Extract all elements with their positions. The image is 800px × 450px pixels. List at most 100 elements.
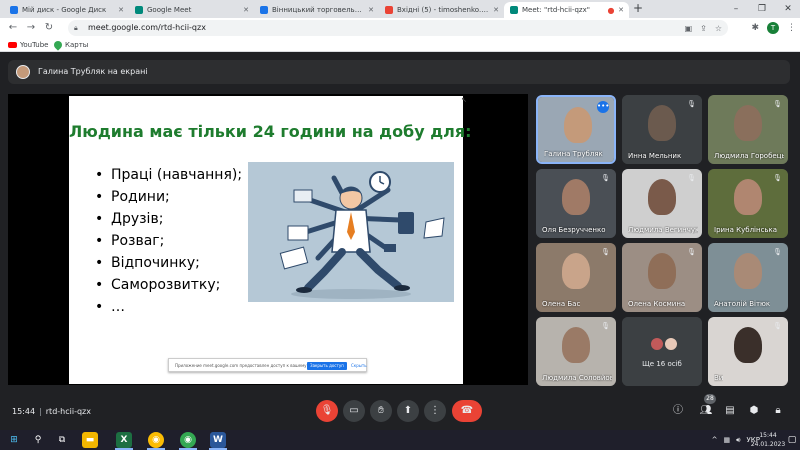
close-tab-icon[interactable]: ✕ [242,6,250,14]
taskbar-clock[interactable]: 15:44 24.01.2023 [748,431,788,449]
avatar [650,337,664,351]
tab-vinnytsia-institute[interactable]: Вінницький торговельно-еконо ✕ [254,2,379,18]
browser-toolbar: ← → ↻ 🔒︎ meet.google.com/rtd-hcii-qzx ▣ … [0,18,800,38]
close-tab-icon[interactable]: ✕ [492,6,500,14]
speaker-icon[interactable]: 🔊︎ [736,436,740,445]
more-participants-tile[interactable]: Ще 16 осіб [622,317,702,386]
meeting-details-icon[interactable]: ⓘ [668,400,688,422]
close-tab-icon[interactable]: ✕ [117,6,125,14]
file-explorer-icon[interactable]: ▬ [82,432,98,448]
task-view-icon[interactable]: ⧉ [54,432,70,448]
youtube-icon [8,42,17,48]
new-tab-button[interactable]: + [631,2,645,16]
participant-tile[interactable]: Ірина Кублінська 🎙︎ [708,169,788,238]
slide-bullet: Родини; [95,186,242,208]
tab-meet-active[interactable]: Meet: "rtd-hcii-qzx" ● ✕ [504,2,629,18]
tab-gmail-inbox[interactable]: Вхідні (5) - timoshenko.natalia@ ✕ [379,2,504,18]
notifications-icon[interactable]: ▢ [786,432,798,448]
participant-tile[interactable]: Анатолій Вітюк 🎙︎ [708,243,788,312]
bookmark-maps[interactable]: Карты [52,39,88,51]
close-tab-icon[interactable]: ✕ [367,6,375,14]
url-text[interactable]: meet.google.com/rtd-hcii-qzx [88,20,206,36]
participant-face [562,327,590,363]
participant-tile[interactable]: Олена Космина 🎙︎ [622,243,702,312]
chrome-icon[interactable]: ◉ [148,432,164,448]
slide-bullet: Праці (навчання); [95,164,242,186]
reload-icon[interactable]: ↻ [42,21,56,35]
participant-tile[interactable]: Инна Мельник 🎙︎ [622,95,702,164]
extensions-icon[interactable]: ✱ [751,23,759,33]
stop-sharing-button[interactable]: Закрыть доступ [307,362,347,370]
leave-call-button[interactable]: ☎︎ [452,400,482,422]
participant-tile[interactable]: Людмила Горобець 🎙︎ [708,95,788,164]
raise-hand-button[interactable]: ✋︎ [370,400,392,422]
participant-face [734,253,762,289]
participant-tile[interactable]: Людмила Соловйова 🎙︎ [536,317,616,386]
participant-tile[interactable]: Галина Трубляк ••• [536,95,616,164]
busy-businessman-illustration [248,162,454,302]
participant-name: Ви [714,374,724,382]
participant-name: Людмила Соловйова [542,374,612,382]
slide-bullet-list: Праці (навчання); Родини; Друзів; Розваг… [95,164,242,318]
camera-permission-icon[interactable]: ▣ [685,24,693,33]
meeting-code: rtd-hcii-qzx [45,407,91,416]
muted-mic-icon: 🎙︎ [773,322,782,330]
bookmark-star-icon[interactable]: ☆ [715,24,722,33]
network-icon[interactable]: ▦ [723,436,730,444]
participant-tile[interactable]: Ви 🎙︎ [708,317,788,386]
bookmark-youtube[interactable]: YouTube [8,39,48,51]
muted-mic-icon: 🎙︎ [601,248,610,256]
participant-name: Ірина Кублінська [714,226,778,234]
camera-button[interactable]: ▭ [343,400,365,422]
hide-notification-link[interactable]: Скрыть [351,359,367,373]
speaking-indicator-icon[interactable]: ••• [597,101,609,113]
minimize-icon[interactable]: – [724,2,748,16]
meeting-time: 15:44 [12,407,36,416]
present-screen-button[interactable]: ⬆ [397,400,419,422]
tab-google-drive[interactable]: Мій диск - Google Диск ✕ [4,2,129,18]
participant-name: Олена Космина [628,300,686,308]
lock-icon[interactable]: 🔒︎ [74,23,84,33]
chrome-menu-icon[interactable]: ⋮ [787,23,796,33]
participant-face [562,253,590,289]
host-controls-icon[interactable]: 🔒︎ [768,400,788,422]
tab-google-meet[interactable]: Google Meet ✕ [129,2,254,18]
muted-mic-icon: 🎙︎ [773,100,782,108]
muted-mic-icon: 🎙︎ [601,174,610,182]
participant-tile[interactable]: Людмила Вегинчук 🎙︎ [622,169,702,238]
shared-slide: ↖ Людина має тільки 24 години на добу дл… [69,96,472,384]
browser-tabstrip: Мій диск - Google Диск ✕ Google Meet ✕ В… [0,0,800,18]
participant-tile[interactable]: Олена Бас 🎙︎ [536,243,616,312]
word-icon[interactable]: W [210,432,226,448]
participant-name: Анатолій Вітюк [714,300,771,308]
participant-face [734,179,762,215]
meet-favicon-icon [510,6,518,14]
forward-arrow-icon[interactable]: → [24,21,38,35]
close-window-icon[interactable]: ✕ [776,2,800,16]
profile-avatar[interactable]: T [767,22,779,34]
search-icon[interactable]: ⚲ [30,432,46,448]
participant-name: Олена Бас [542,300,581,308]
chrome-profile-icon[interactable]: ◉ [180,432,196,448]
presentation-stage[interactable]: ↖ Людина має тільки 24 години на добу дл… [8,94,528,385]
people-count-badge: 28 [704,394,716,404]
chat-icon[interactable]: ▤ [720,400,740,422]
muted-mic-icon: 🎙︎ [773,174,782,182]
excel-icon[interactable]: X [116,432,132,448]
meet-control-bar: 15:44 | rtd-hcii-qzx 🎙︎ ▭ ✋︎ ⬆ ⋮ ☎︎ ⓘ 👥︎ 2… [0,394,800,430]
windows-start-icon[interactable]: ⊞ [6,432,22,448]
muted-mic-icon: 🎙︎ [687,174,696,182]
back-arrow-icon[interactable]: ← [6,21,20,35]
participant-tile[interactable]: Оля Безручченко 🎙︎ [536,169,616,238]
share-icon[interactable]: ⇪ [700,24,707,33]
participant-name: Галина Трубляк [544,150,603,158]
muted-mic-icon: 🎙︎ [601,322,610,330]
address-bar[interactable]: 🔒︎ meet.google.com/rtd-hcii-qzx ▣ ⇪ ☆ [68,20,728,36]
more-options-button[interactable]: ⋮ [424,400,446,422]
close-tab-icon[interactable]: ✕ [617,6,625,14]
activities-icon[interactable]: ⬢ [744,400,764,422]
tray-overflow-icon[interactable]: ^ [712,436,718,444]
restore-icon[interactable]: ❐ [750,2,774,16]
mouse-cursor-icon: ↖ [461,96,467,104]
microphone-off-button[interactable]: 🎙︎ [316,400,338,422]
